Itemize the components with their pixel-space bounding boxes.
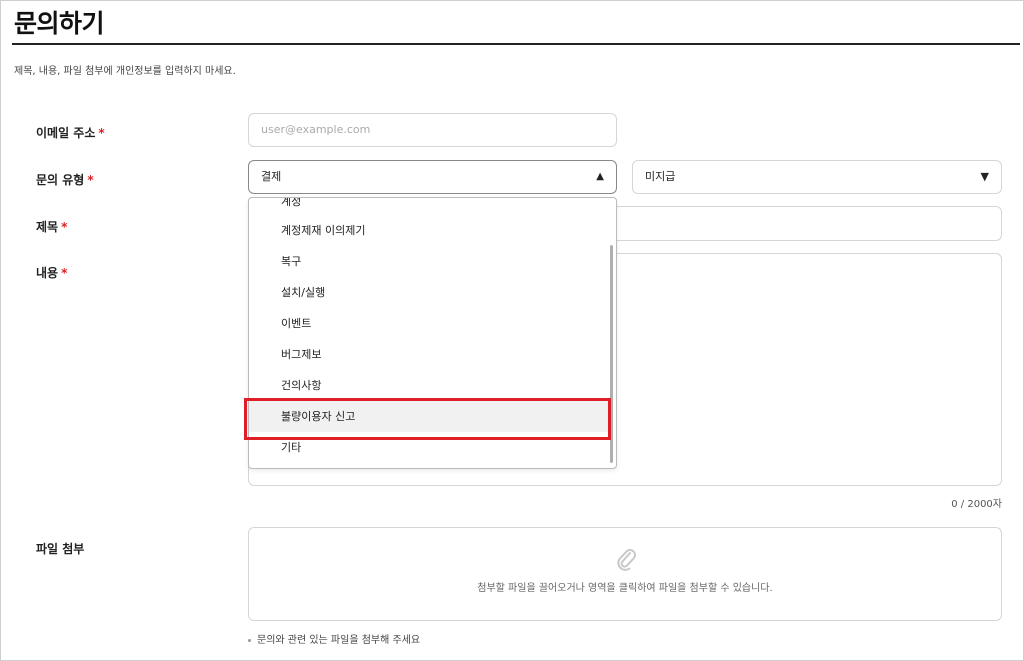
attach-label: 파일 첨부: [36, 542, 85, 556]
required-mark: *: [98, 126, 105, 140]
subject-label: 제목 *: [36, 218, 67, 235]
type-select-value: 결제: [261, 170, 282, 183]
type-label-text: 문의 유형: [36, 173, 85, 187]
page-title: 문의하기: [14, 9, 105, 38]
content-label: 내용 *: [36, 264, 67, 281]
file-dropzone[interactable]: 첨부할 파일을 끌어오거나 영역을 클릭하여 파일을 첨부할 수 있습니다.: [248, 527, 1002, 621]
privacy-notice: 제목, 내용, 파일 첨부에 개인정보를 입력하지 마세요.: [14, 66, 236, 77]
email-label: 이메일 주소 *: [36, 124, 105, 141]
required-mark: *: [61, 266, 68, 280]
paperclip-icon: [617, 549, 636, 571]
title-divider: [12, 43, 1020, 45]
dropzone-hint: 첨부할 파일을 끌어오거나 영역을 클릭하여 파일을 첨부할 수 있습니다.: [477, 583, 773, 594]
dropdown-option[interactable]: 버그제보: [249, 339, 609, 370]
type-select[interactable]: 결제 ▲: [248, 160, 617, 194]
type-label: 문의 유형 *: [36, 171, 94, 188]
required-mark: *: [87, 173, 94, 187]
email-placeholder: user@example.com: [261, 123, 371, 136]
attach-note: 문의와 관련 있는 파일을 첨부해 주세요: [248, 631, 420, 646]
subtype-select-value: 미지급: [645, 170, 676, 183]
dropdown-option[interactable]: 이벤트: [249, 308, 609, 339]
subject-label-text: 제목: [36, 220, 59, 234]
content-label-text: 내용: [36, 266, 59, 280]
bullet-dot: [248, 638, 251, 642]
dropdown-option[interactable]: 설치/실행: [249, 277, 609, 308]
char-counter: 0 / 2000자: [951, 499, 1002, 510]
caret-up-icon: ▲: [596, 171, 604, 182]
subtype-select[interactable]: 미지급 ▼: [632, 160, 1002, 194]
dropdown-option[interactable]: 복구: [249, 246, 609, 277]
required-mark: *: [61, 220, 68, 234]
attach-note-text: 문의와 관련 있는 파일을 첨부해 주세요: [257, 635, 421, 646]
dropdown-option[interactable]: 건의사항: [249, 370, 609, 401]
email-input[interactable]: user@example.com: [248, 113, 617, 147]
email-label-text: 이메일 주소: [36, 126, 96, 140]
dropdown-option[interactable]: 계정: [249, 198, 609, 217]
dropdown-option[interactable]: 계정제재 이의제기: [249, 215, 609, 246]
caret-down-icon: ▼: [980, 170, 989, 183]
annotation-highlight-box: [244, 398, 611, 440]
